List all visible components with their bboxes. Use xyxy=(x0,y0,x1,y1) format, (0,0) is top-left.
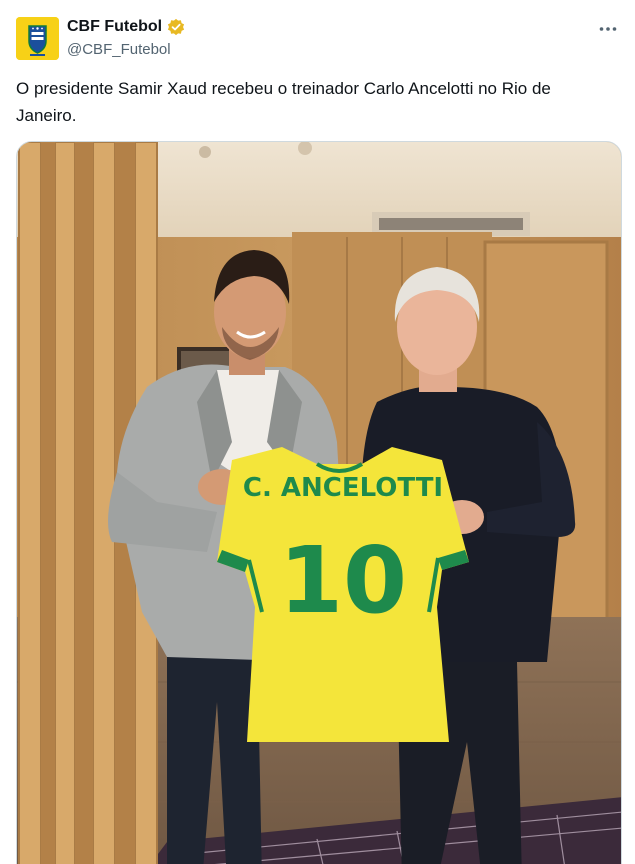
name-row: CBF Futebol xyxy=(67,18,185,36)
display-name[interactable]: CBF Futebol xyxy=(67,18,162,36)
tweet-card: CBF Futebol @CBF_Futebol O presidente Sa… xyxy=(0,0,635,864)
avatar[interactable] xyxy=(16,17,59,60)
cbf-crest-icon xyxy=(16,17,59,60)
jersey-name-text: C. ANCELOTTI xyxy=(243,473,443,503)
account-handle[interactable]: @CBF_Futebol xyxy=(67,41,171,58)
tweet-text: O presidente Samir Xaud recebeu o treina… xyxy=(16,79,551,125)
verified-badge-icon[interactable] xyxy=(167,18,185,36)
photo-illustration: C. ANCELOTTI 10 xyxy=(17,142,621,864)
more-options-button[interactable] xyxy=(595,16,621,42)
more-horizontal-icon xyxy=(599,27,617,31)
jersey-number-text: 10 xyxy=(279,527,407,634)
tweet-photo[interactable]: C. ANCELOTTI 10 xyxy=(16,141,622,864)
